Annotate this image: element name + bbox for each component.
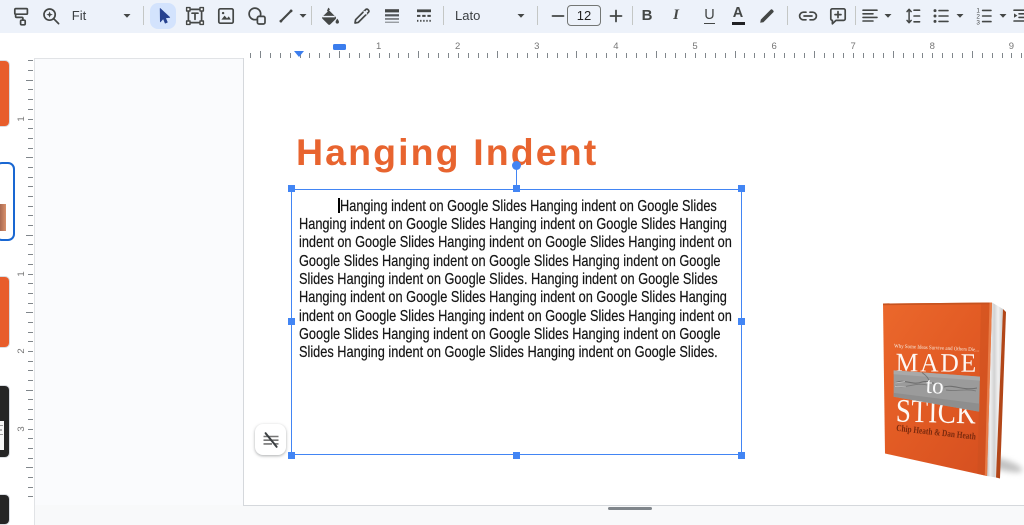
svg-text:to: to xyxy=(925,373,944,399)
svg-text:3: 3 xyxy=(976,19,980,26)
